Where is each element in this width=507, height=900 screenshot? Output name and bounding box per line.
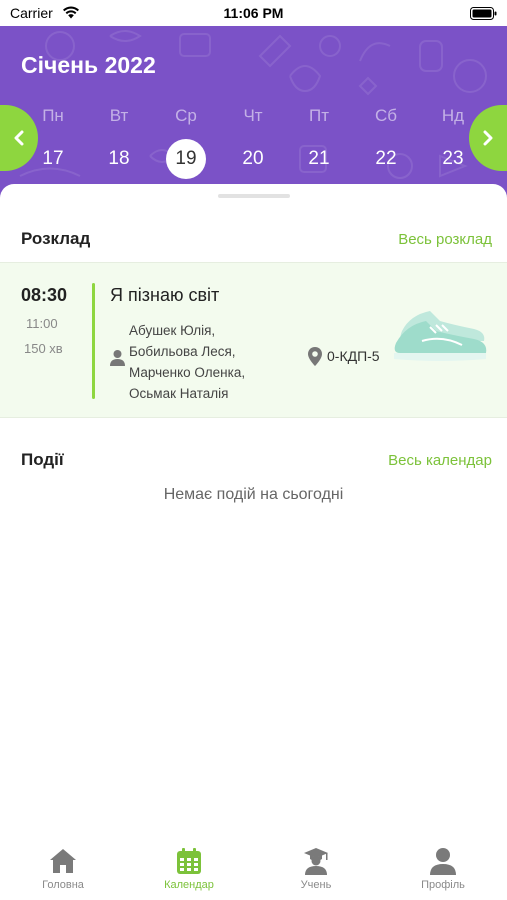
schedule-section-header: Розклад Весь розклад [21, 229, 492, 253]
student-icon [304, 848, 328, 875]
weekday-label: Ср [175, 106, 197, 125]
teacher-name: Абушек Юлія, [129, 323, 216, 338]
calendar-header: Січень 2022 Пн Вт Ср Чт Пт Сб Нд 17 18 1… [0, 26, 507, 198]
weekday-row: Пн Вт Ср Чт Пт Сб Нд [0, 106, 507, 130]
calendar-icon [177, 848, 201, 874]
battery-icon [470, 7, 497, 20]
sheet-grabber[interactable] [218, 194, 290, 198]
tab-calendar[interactable]: Календар [139, 846, 239, 896]
content-sheet: Розклад Весь розклад 08:30 11:00 150 хв … [0, 184, 507, 840]
date-cell[interactable]: 21 [299, 139, 339, 179]
weekday-label: Чт [243, 106, 263, 125]
teacher-icon [110, 350, 125, 366]
profile-icon [430, 848, 456, 875]
events-title: Події [21, 450, 64, 469]
date-cell[interactable]: 23 [433, 139, 473, 179]
month-title: Січень 2022 [21, 52, 156, 78]
bottom-tab-bar: Головна Календар Учень Профіль [0, 840, 507, 900]
full-schedule-link[interactable]: Весь розклад [398, 231, 492, 248]
lesson-start-time: 08:30 [21, 285, 68, 305]
weekday-label: Сб [374, 106, 397, 125]
teacher-name: Марченко Оленка, [129, 365, 246, 380]
no-events-message: Немає подій на сьогодні [163, 486, 344, 503]
location-pin-icon [308, 347, 322, 366]
tab-home[interactable]: Головна [13, 846, 113, 896]
tab-calendar-label: Календар [164, 879, 214, 891]
lesson-duration: 150 хв [24, 341, 63, 356]
teacher-name: Бобильова Леся, [129, 344, 236, 359]
sneakers-illustration [394, 311, 487, 361]
lesson-room: 0-КДП-5 [327, 348, 380, 364]
teacher-list: Абушек Юлія, Бобильова Леся, Марченко Ол… [129, 320, 245, 404]
lesson-card[interactable]: 08:30 11:00 150 хв Я пізнаю світ Абушек … [0, 262, 507, 418]
date-cell[interactable]: 18 [99, 139, 139, 179]
status-bar: Carrier 11:06 PM [0, 0, 507, 26]
chevron-left-icon [14, 130, 24, 146]
tab-student-label: Учень [300, 879, 332, 891]
schedule-title: Розклад [21, 229, 91, 248]
status-time: 11:06 PM [223, 5, 284, 21]
tab-student[interactable]: Учень [266, 846, 366, 896]
teacher-name: Осьмак Наталія [129, 386, 229, 401]
date-cell[interactable]: 17 [33, 139, 73, 179]
full-calendar-link[interactable]: Весь календар [388, 452, 492, 469]
tab-home-label: Головна [42, 879, 84, 891]
tab-profile[interactable]: Профіль [393, 846, 493, 896]
lesson-title: Я пізнаю світ [110, 285, 220, 305]
date-cell-selected[interactable]: 19 [166, 139, 206, 179]
date-cell[interactable]: 20 [233, 139, 273, 179]
weekday-label: Пт [308, 106, 329, 125]
date-cell[interactable]: 22 [366, 139, 406, 179]
weekday-label: Пн [42, 106, 64, 125]
weekday-label: Вт [109, 106, 129, 125]
chevron-right-icon [483, 130, 493, 146]
lesson-divider [92, 283, 95, 399]
date-row: 17 18 19 20 21 22 23 [0, 139, 507, 179]
tab-profile-label: Профіль [421, 879, 465, 891]
events-section-header: Події Весь календар [21, 450, 492, 474]
weekday-label: Нд [441, 106, 465, 125]
lesson-end-time: 11:00 [26, 316, 58, 331]
home-icon [50, 849, 76, 873]
